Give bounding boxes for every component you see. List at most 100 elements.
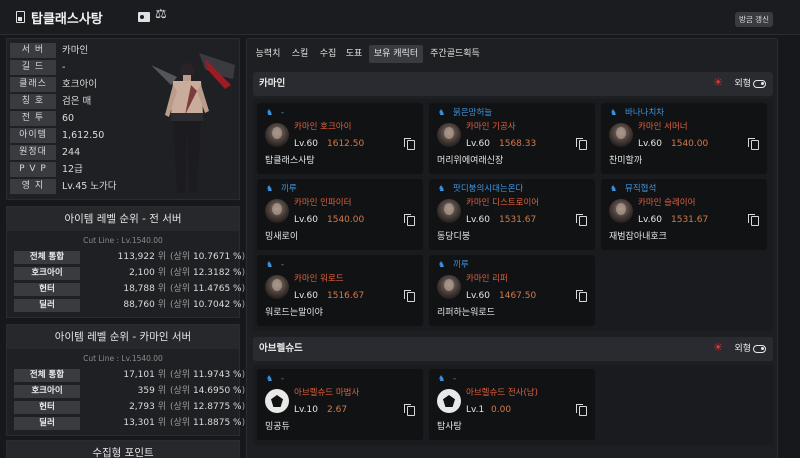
tab-chart[interactable]: 도표: [343, 45, 365, 63]
rank-label: 전체 통합: [14, 369, 80, 382]
rank-row: 전체 통합 113,922 위 (상위 10.7671 %): [14, 251, 245, 264]
item-level: 2.67: [327, 405, 348, 415]
update-button[interactable]: 방금 갱신: [735, 12, 773, 27]
rank-label: 호크아이: [14, 267, 80, 280]
character-name: 탑사탕: [437, 422, 462, 432]
character-level: Lv.1: [466, 405, 485, 415]
rank-row: 전체 통합 17,101 위 (상위 11.9743 %): [14, 369, 245, 382]
copy-icon[interactable]: [404, 404, 415, 416]
pct-prefix: (상위: [170, 402, 191, 412]
guild-icon: ♞: [610, 108, 618, 117]
profile-row: 클래스 호크아이: [10, 77, 160, 92]
scale-icon[interactable]: ⚖: [155, 8, 167, 21]
pct-prefix: (상위: [170, 300, 191, 310]
rank-suffix: 위: [157, 418, 166, 428]
guild-icon: ♞: [438, 374, 446, 383]
character-class: 아브렐슈드 전사(남): [466, 388, 538, 398]
guild-icon: ♞: [266, 260, 274, 269]
tab-weekly-gold[interactable]: 주간골드획득: [427, 45, 483, 63]
profile-row: 칭 호 검은 매: [10, 94, 160, 109]
pct-value: 12.3182 %: [192, 268, 242, 278]
tab-collection[interactable]: 수집: [316, 45, 340, 63]
character-card[interactable]: ♞ 바나나치차 카마인 서머너 Lv.60 1540.00 찬미할까: [601, 103, 767, 174]
rank-row: 호크아이 359 위 (상위 14.6950 %): [14, 385, 245, 398]
copy-icon[interactable]: [404, 214, 415, 226]
rank-server-panel: 아이템 레벨 순위 - 카마인 서버 Cut Line : Lv.1540.00…: [6, 324, 245, 436]
guild-name: 끼루: [281, 184, 297, 194]
appearance-toggle[interactable]: [753, 345, 766, 353]
pct-value: 12.8775 %: [192, 402, 242, 412]
avatar: [609, 199, 633, 223]
rank-row: 딜러 88,760 위 (상위 10.7042 %): [14, 299, 245, 312]
character-name: 재범잡아내호크: [609, 232, 667, 242]
profile-row: 서 버 카마인: [10, 43, 160, 58]
avatar: [265, 275, 289, 299]
rank-label: 헌터: [14, 401, 80, 414]
character-level: Lv.60: [638, 215, 662, 225]
character-level: Lv.10: [294, 405, 318, 415]
profile-value: 12급: [62, 164, 83, 175]
copy-icon[interactable]: [748, 138, 759, 150]
guild-name: -: [281, 260, 285, 270]
rank-number: 17,101: [123, 370, 155, 380]
copy-icon[interactable]: [576, 290, 587, 302]
rank-percent: (상위 12.8775 %): [170, 401, 245, 414]
profile-value: 호크아이: [62, 79, 97, 90]
character-class: 카마인 워로드: [294, 274, 344, 284]
character-card[interactable]: ♞ - 아브렐슈드 마법사 Lv.10 2.67 밍공듀: [257, 369, 423, 440]
character-card[interactable]: ♞ 붉은망허늘 카마인 기공사 Lv.60 1568.33 머리위에여래신장: [429, 103, 595, 174]
guild-icon: ♞: [266, 374, 274, 383]
rank-label: 호크아이: [14, 385, 80, 398]
copy-icon[interactable]: [576, 214, 587, 226]
class-emblem-icon: [265, 389, 289, 413]
profile-label: 원정대: [10, 145, 56, 160]
character-card[interactable]: ♞ 뮤직협석 카마인 슬레이어 Lv.60 1531.67 재범잡아내호크: [601, 179, 767, 250]
server-section-header: 카마인 ☀ 외형: [253, 72, 773, 96]
rank-row: 호크아이 2,100 위 (상위 12.3182 %): [14, 267, 245, 280]
guild-name: 바나나치차: [625, 108, 665, 118]
copy-icon[interactable]: [576, 404, 587, 416]
tab-characters[interactable]: 보유 캐릭터: [369, 45, 423, 63]
appearance-label: 외형: [734, 344, 751, 354]
id-card-icon[interactable]: [138, 12, 150, 22]
guild-name: 뮤직협석: [625, 184, 657, 194]
tab-stats[interactable]: 능력치: [253, 45, 283, 63]
character-card[interactable]: ♞ 끼루 카마인 인파이터 Lv.60 1540.00 밍새로이: [257, 179, 423, 250]
tab-skills[interactable]: 스킬: [287, 45, 313, 63]
guild-name: 팟디붕의시대는온다: [453, 184, 524, 194]
main-panel: 능력치 스킬 수집 도표 보유 캐릭터 주간골드획득 카마인 ☀ 외형 ♞ - …: [246, 38, 778, 458]
copy-icon[interactable]: [576, 138, 587, 150]
rank-all-servers-panel: 아이템 레벨 순위 - 전 서버 Cut Line : Lv.1540.00 전…: [6, 206, 245, 318]
copy-icon[interactable]: [404, 290, 415, 302]
character-card[interactable]: ♞ 끼루 카마인 리퍼 Lv.60 1467.50 리퍼하는워로드: [429, 255, 595, 326]
character-card[interactable]: ♞ - 아브렐슈드 전사(남) Lv.1 0.00 탑사탕: [429, 369, 595, 440]
rank-number: 2,793: [129, 402, 155, 412]
rank-value: 17,101 위: [86, 369, 166, 382]
character-card[interactable]: ♞ 팟디붕의시대는온다 카마인 디스트로이어 Lv.60 1531.67 동당디…: [429, 179, 595, 250]
guild-name: -: [453, 374, 457, 384]
character-level: Lv.60: [294, 139, 318, 149]
avatar: [437, 275, 461, 299]
guild-icon: ♞: [266, 184, 274, 193]
avatar: [609, 123, 633, 147]
profile-label: 클래스: [10, 77, 56, 92]
server-section-header: 아브렐슈드 ☀ 외형: [253, 337, 773, 361]
copy-icon[interactable]: [404, 138, 415, 150]
pct-prefix: (상위: [170, 268, 191, 278]
rank-percent: (상위 11.9743 %): [170, 369, 245, 382]
character-name: 머리위에여래신장: [437, 156, 504, 166]
copy-icon[interactable]: [748, 214, 759, 226]
character-level: Lv.60: [294, 215, 318, 225]
item-level: 1568.33: [499, 139, 537, 149]
bookmark-icon[interactable]: [16, 11, 25, 23]
rank-label: 헌터: [14, 283, 80, 296]
character-class: 카마인 서머너: [638, 122, 688, 132]
guild-icon: ♞: [610, 184, 618, 193]
profile-value: 1,612.50: [62, 130, 105, 141]
character-card[interactable]: ♞ - 카마인 호크아이 Lv.60 1612.50 탑클래스사탕: [257, 103, 423, 174]
character-card[interactable]: ♞ - 카마인 워로드 Lv.60 1516.67 워로드는말이야: [257, 255, 423, 326]
character-name: 리퍼하는워로드: [437, 308, 495, 318]
appearance-toggle[interactable]: [753, 80, 766, 88]
rank-percent: (상위 12.3182 %): [170, 267, 245, 280]
character-level: Lv.60: [466, 291, 490, 301]
